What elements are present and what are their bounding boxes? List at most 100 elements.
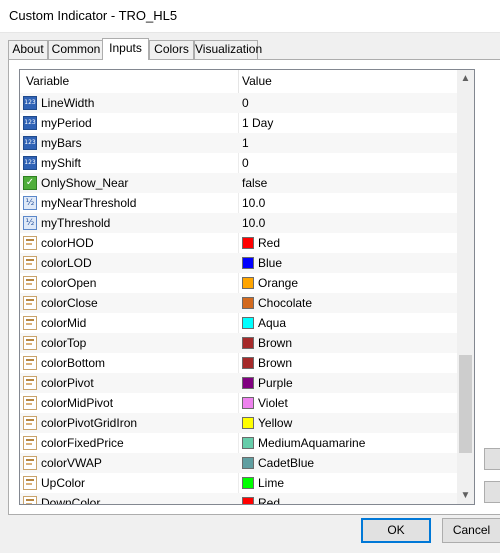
tab-colors[interactable]: Colors <box>149 40 194 59</box>
side-button-upper[interactable] <box>484 448 500 470</box>
input-row-myShift[interactable]: myShift 0 <box>20 153 457 173</box>
double-type-icon <box>23 216 37 230</box>
variable-value[interactable]: Blue <box>258 253 282 273</box>
color-swatch[interactable] <box>242 477 254 489</box>
input-row-colorTop[interactable]: colorTop Brown <box>20 333 457 353</box>
integer-type-icon <box>23 96 37 110</box>
variable-name: colorOpen <box>41 276 97 290</box>
input-row-myPeriod[interactable]: myPeriod 1 Day <box>20 113 457 133</box>
variable-name: colorBottom <box>41 356 106 370</box>
input-row-colorHOD[interactable]: colorHOD Red <box>20 233 457 253</box>
input-row-colorPivot[interactable]: colorPivot Purple <box>20 373 457 393</box>
inputs-grid: Variable Value LineWidth0myPeriod1 Daymy… <box>19 69 475 505</box>
input-row-colorLOD[interactable]: colorLOD Blue <box>20 253 457 273</box>
color-type-icon <box>23 376 37 390</box>
variable-value[interactable]: Red <box>258 233 280 253</box>
integer-type-icon <box>23 136 37 150</box>
input-row-colorBottom[interactable]: colorBottom Brown <box>20 353 457 373</box>
input-row-myBars[interactable]: myBars 1 <box>20 133 457 153</box>
color-type-icon <box>23 456 37 470</box>
variable-value[interactable]: Aqua <box>258 313 286 333</box>
variable-value[interactable]: Violet <box>258 393 288 413</box>
variable-value[interactable]: Red <box>258 493 280 504</box>
input-row-colorVWAP[interactable]: colorVWAP CadetBlue <box>20 453 457 473</box>
variable-value[interactable]: 1 Day <box>242 113 273 133</box>
color-type-icon <box>23 236 37 250</box>
column-header-value[interactable]: Value <box>242 70 272 93</box>
color-swatch[interactable] <box>242 257 254 269</box>
variable-value[interactable]: Chocolate <box>258 293 312 313</box>
column-header-variable[interactable]: Variable <box>26 70 69 93</box>
color-swatch[interactable] <box>242 437 254 449</box>
color-type-icon <box>23 496 37 504</box>
variable-name: colorClose <box>41 296 98 310</box>
variable-value[interactable]: Orange <box>258 273 298 293</box>
input-row-LineWidth[interactable]: LineWidth 0 <box>20 93 457 113</box>
color-swatch[interactable] <box>242 237 254 249</box>
color-swatch[interactable] <box>242 377 254 389</box>
variable-value[interactable]: Yellow <box>258 413 292 433</box>
color-swatch[interactable] <box>242 417 254 429</box>
variable-value[interactable]: Purple <box>258 373 293 393</box>
input-row-colorPivotGridIron[interactable]: colorPivotGridIron Yellow <box>20 413 457 433</box>
color-swatch[interactable] <box>242 317 254 329</box>
scroll-down-icon[interactable]: ▼ <box>457 487 474 504</box>
variable-name: myShift <box>41 156 82 170</box>
variable-name: myThreshold <box>41 216 111 230</box>
variable-name: LineWidth <box>41 96 95 110</box>
variable-value[interactable]: 10.0 <box>242 193 265 213</box>
input-row-colorClose[interactable]: colorClose Chocolate <box>20 293 457 313</box>
variable-name: colorMid <box>41 316 87 330</box>
color-swatch[interactable] <box>242 457 254 469</box>
color-swatch[interactable] <box>242 397 254 409</box>
input-row-myThreshold[interactable]: myThreshold 10.0 <box>20 213 457 233</box>
variable-name: UpColor <box>41 476 86 490</box>
color-swatch[interactable] <box>242 497 254 504</box>
color-swatch[interactable] <box>242 337 254 349</box>
variable-name: colorTop <box>41 336 87 350</box>
color-type-icon <box>23 296 37 310</box>
variable-name: myBars <box>41 136 82 150</box>
color-swatch[interactable] <box>242 277 254 289</box>
color-swatch[interactable] <box>242 297 254 309</box>
variable-value[interactable]: CadetBlue <box>258 453 314 473</box>
input-row-colorOpen[interactable]: colorOpen Orange <box>20 273 457 293</box>
color-type-icon <box>23 276 37 290</box>
input-row-colorMidPivot[interactable]: colorMidPivot Violet <box>20 393 457 413</box>
color-swatch[interactable] <box>242 357 254 369</box>
input-row-DownColor[interactable]: DownColor Red <box>20 493 457 505</box>
cancel-button[interactable]: Cancel <box>442 518 500 543</box>
variable-value[interactable]: MediumAquamarine <box>258 433 365 453</box>
variable-value[interactable]: 0 <box>242 93 249 113</box>
variable-value[interactable]: Brown <box>258 353 292 373</box>
side-button-lower[interactable] <box>484 481 500 503</box>
color-type-icon <box>23 416 37 430</box>
column-divider[interactable] <box>238 70 239 93</box>
variable-value[interactable]: 10.0 <box>242 213 265 233</box>
scrollbar-thumb[interactable] <box>459 355 472 453</box>
input-row-myNearThreshold[interactable]: myNearThreshold 10.0 <box>20 193 457 213</box>
tab-inputs[interactable]: Inputs <box>102 38 149 60</box>
tab-common[interactable]: Common <box>48 40 104 59</box>
integer-type-icon <box>23 156 37 170</box>
input-row-UpColor[interactable]: UpColor Lime <box>20 473 457 493</box>
ok-button[interactable]: OK <box>361 518 431 543</box>
window-title: Custom Indicator - TRO_HL5 <box>9 8 178 23</box>
tab-about[interactable]: About <box>8 40 48 59</box>
input-row-OnlyShow_Near[interactable]: OnlyShow_Near false <box>20 173 457 193</box>
variable-value[interactable]: 1 <box>242 133 249 153</box>
variable-name: DownColor <box>41 496 101 505</box>
variable-value[interactable]: Brown <box>258 333 292 353</box>
vertical-scrollbar[interactable]: ▲ ▼ <box>457 70 474 504</box>
color-type-icon <box>23 396 37 410</box>
scroll-up-icon[interactable]: ▲ <box>457 70 474 87</box>
variable-value[interactable]: Lime <box>258 473 284 493</box>
variable-value[interactable]: 0 <box>242 153 249 173</box>
color-type-icon <box>23 436 37 450</box>
tab-visualization[interactable]: Visualization <box>194 40 262 59</box>
input-row-colorMid[interactable]: colorMid Aqua <box>20 313 457 333</box>
variable-value[interactable]: false <box>242 173 267 193</box>
variable-name: myNearThreshold <box>41 196 137 210</box>
input-row-colorFixedPrice[interactable]: colorFixedPrice MediumAquamarine <box>20 433 457 453</box>
integer-type-icon <box>23 116 37 130</box>
